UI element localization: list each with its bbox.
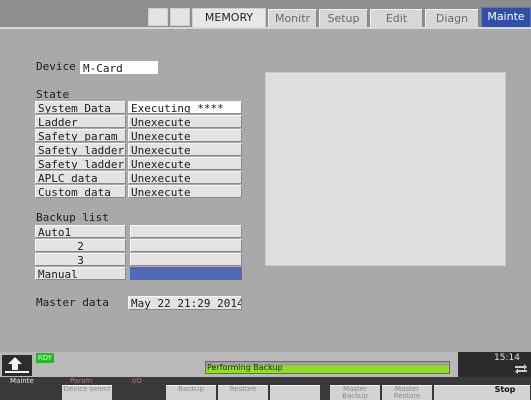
status-cell-2 (170, 8, 190, 26)
master-data-value: May 22 21:29 2014 (128, 296, 242, 310)
state-row-value-custom-data: Unexecute (128, 185, 242, 198)
backup-row-value-2[interactable] (130, 239, 242, 252)
tab-edit[interactable]: Edit (370, 9, 423, 27)
tab-setup[interactable]: Setup (319, 9, 368, 27)
progress-label: Performing Backup (207, 363, 283, 372)
ready-indicator: RDY (36, 353, 54, 363)
softkey-restore[interactable]: Restore (218, 385, 268, 400)
clock: 15:14 (494, 353, 520, 363)
up-arrow-icon[interactable] (2, 355, 32, 376)
softkey-mode-param: Param (70, 377, 93, 385)
state-row-label-safety-param: Safety param (35, 129, 126, 142)
state-row-label-ladder: Ladder (35, 115, 126, 128)
softkey-blank-2[interactable] (434, 385, 484, 400)
softkey-master-backup[interactable]: Master Backup (330, 385, 380, 400)
softkey-backup[interactable]: Backup (166, 385, 216, 400)
window-switch-icon[interactable] (514, 363, 528, 374)
state-row-label-custom-data: Custom data (35, 185, 126, 198)
preview-panel (265, 72, 506, 266)
mode-indicator: MEMORY (192, 8, 266, 27)
backup-row-label-manual[interactable]: Manual (35, 267, 126, 280)
tab-mainte[interactable]: Mainte (481, 7, 531, 27)
status-cell-1 (148, 8, 168, 26)
device-field[interactable]: M-Card (80, 61, 158, 74)
state-row-label-system-data: System Data (35, 101, 126, 114)
master-data-label: Master data (36, 296, 109, 309)
state-row-value-system-data: Executing **** (128, 101, 242, 114)
state-row-label-aplc-data: APLC data (35, 171, 126, 184)
state-heading: State (36, 88, 70, 101)
state-row-value-safety-ladder1: Unexecute (128, 143, 242, 156)
backup-list-heading: Backup list (36, 211, 109, 224)
softkey-stop[interactable]: Stop (480, 385, 530, 400)
softkey-device-select[interactable]: Device select (62, 385, 112, 400)
softkey-blank-1[interactable] (270, 385, 320, 400)
state-row-label-safety-ladder1: Safety ladder1 (35, 143, 126, 156)
tab-monitr[interactable]: Monitr (268, 9, 317, 27)
softkey-mode-mainte: Mainte (10, 377, 34, 385)
device-label: Device (36, 60, 76, 73)
backup-row-label-auto1[interactable]: Auto1 (35, 225, 126, 238)
backup-row-value-3[interactable] (130, 253, 242, 266)
state-row-value-safety-param: Unexecute (128, 129, 242, 142)
backup-row-value-auto1[interactable] (130, 225, 242, 238)
backup-row-label-3[interactable]: 3 (35, 253, 126, 266)
state-row-value-ladder: Unexecute (128, 115, 242, 128)
backup-row-value-manual[interactable] (130, 267, 242, 280)
tab-diagn[interactable]: Diagn (425, 9, 479, 27)
state-row-label-safety-ladder2: Safety ladder2 (35, 157, 126, 170)
softkey-mode-io: I/O (132, 377, 142, 385)
backup-row-label-2[interactable]: 2 (35, 239, 126, 252)
state-row-value-aplc-data: Unexecute (128, 171, 242, 184)
softkey-master-restore[interactable]: Master Restore (382, 385, 432, 400)
state-row-value-safety-ladder2: Unexecute (128, 157, 242, 170)
